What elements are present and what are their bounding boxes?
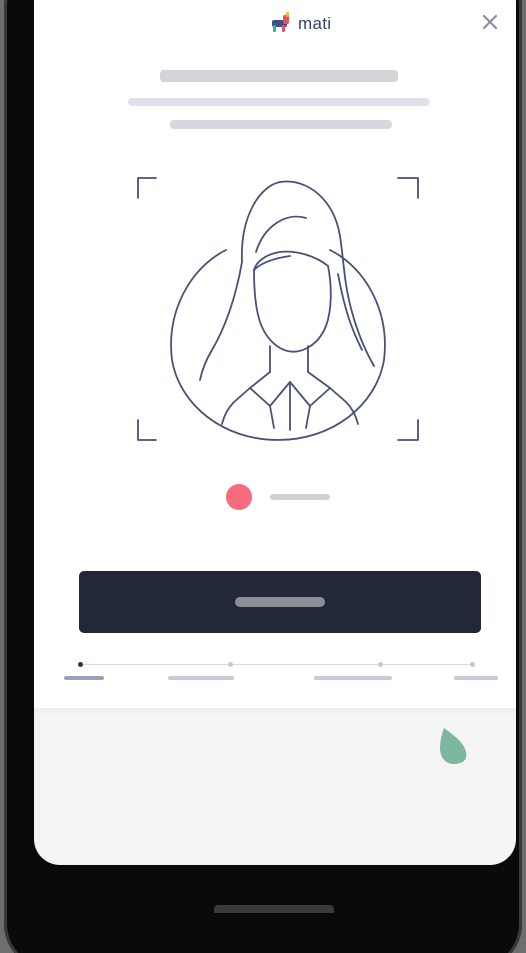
step-2-label-placeholder [168, 676, 234, 680]
step-2-dot [228, 662, 233, 667]
chat-bubble-icon[interactable] [434, 724, 474, 766]
primary-action-button[interactable] [79, 571, 481, 633]
home-indicator[interactable] [214, 905, 334, 913]
stepper-track [78, 664, 474, 665]
close-icon [482, 14, 498, 35]
subtitle-line-1-placeholder [128, 98, 430, 106]
recording-label-placeholder [270, 494, 330, 500]
selfie-face-frame-icon [130, 166, 424, 456]
step-1-label-placeholder [64, 676, 104, 680]
brand-name: mati [298, 14, 332, 33]
close-button[interactable] [474, 8, 506, 40]
subtitle-line-2-placeholder [170, 120, 392, 129]
widget-header: mati [34, 4, 516, 44]
recording-dot-icon [226, 484, 252, 510]
recording-indicator [226, 484, 336, 510]
progress-stepper [64, 656, 500, 686]
button-label-placeholder [235, 597, 325, 607]
step-1-dot [78, 662, 83, 667]
step-3-label-placeholder [314, 676, 392, 680]
step-4-label-placeholder [454, 676, 498, 680]
phone-frame: mati [4, 0, 522, 953]
phone-screen: mati [34, 0, 516, 865]
brand: mati [270, 10, 331, 38]
step-4-dot [470, 662, 475, 667]
verification-widget: mati [34, 0, 516, 708]
title-text-placeholder [160, 70, 398, 82]
mati-llama-logo-icon [270, 11, 292, 38]
step-3-dot [378, 662, 383, 667]
